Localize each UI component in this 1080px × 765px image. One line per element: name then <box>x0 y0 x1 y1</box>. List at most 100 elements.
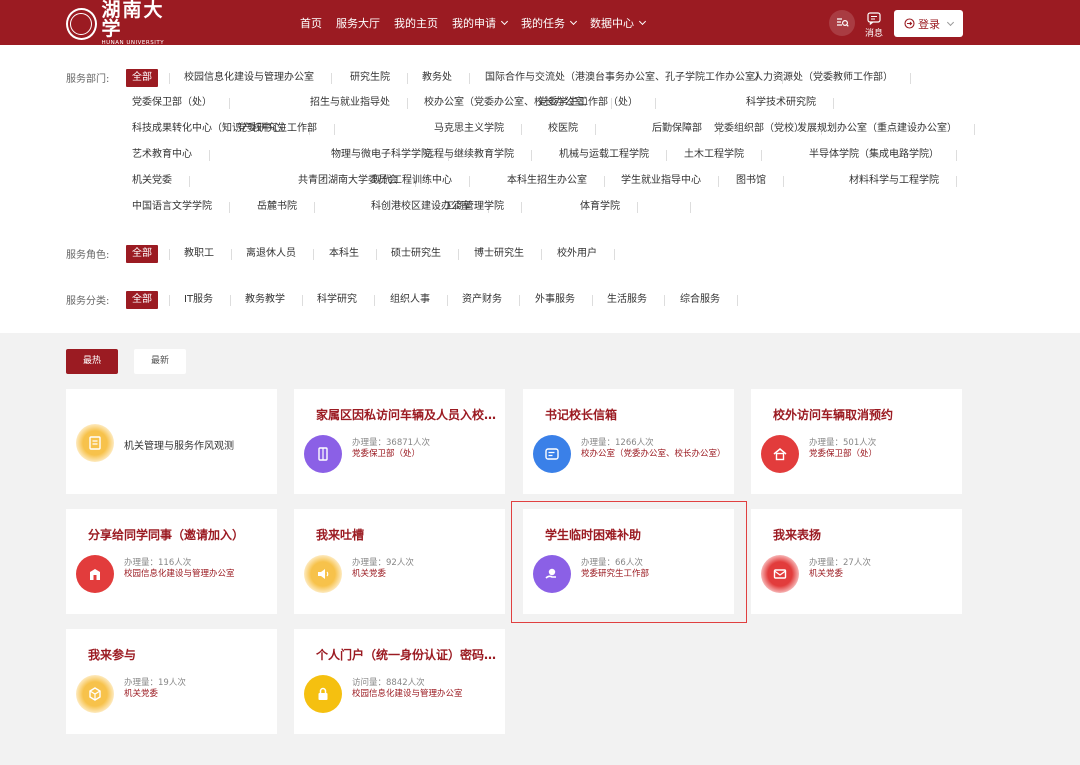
filter-dept-option[interactable]: 现代工程训练中心 <box>366 172 470 190</box>
nav-label: 我的申请 <box>452 16 496 30</box>
filter-label-departments: 服务部门: <box>66 74 110 85</box>
service-card[interactable]: 机关管理与服务作风观测 <box>66 389 277 494</box>
home-icon <box>761 435 799 473</box>
nav-label: 服务大厅 <box>336 16 380 30</box>
card-title: 我来表扬 <box>773 528 822 542</box>
filter-categories-option[interactable]: 科学研究 <box>311 291 375 309</box>
filter-dept-option[interactable]: 学生就业指导中心 <box>615 172 719 190</box>
filter-dept-option[interactable]: 马克思主义学院 <box>428 120 522 138</box>
filter-dept-option[interactable]: 工商管理学院 <box>438 198 522 216</box>
service-card[interactable]: 书记校长信箱 办理量：1266人次 校办公室（党委办公室、校长办公室） <box>523 389 734 494</box>
filter-dept-option[interactable]: 全部 <box>126 69 170 87</box>
card-count: 办理量：66人次 <box>581 558 643 568</box>
filter-dept-option[interactable]: 艺术教育中心 <box>126 146 210 164</box>
filter-categories-option[interactable]: 综合服务 <box>674 291 738 309</box>
service-card[interactable]: 校外访问车辆取消预约 办理量：501人次 党委保卫部（处） <box>751 389 962 494</box>
search-message-icon[interactable] <box>829 10 855 36</box>
filter-categories-option[interactable]: 全部 <box>126 291 170 309</box>
card-count: 办理量：501人次 <box>809 438 877 448</box>
filter-dept-option[interactable]: 本科生招生办公室 <box>501 172 605 190</box>
service-card[interactable]: 个人门户（统一身份认证）密码… 访问量：8842人次 校园信息化建设与管理办公室 <box>294 629 505 734</box>
filter-dept-option[interactable]: 土木工程学院 <box>678 146 762 164</box>
nav-item-5[interactable]: 数据中心 <box>590 15 647 31</box>
filter-dept-option[interactable]: 远程与继续教育学院 <box>418 146 532 164</box>
filter-dept-option[interactable]: 党委研究生工作部 <box>231 120 335 138</box>
filter-label-roles: 服务角色: <box>66 250 110 261</box>
service-card[interactable]: 我来表扬 办理量：27人次 机关党委 <box>751 509 962 614</box>
filter-dept-option[interactable]: 招生与就业指导处 <box>304 94 408 112</box>
card-title: 个人门户（统一身份认证）密码… <box>316 648 497 662</box>
filter-dept-option[interactable]: 图书馆 <box>730 172 784 190</box>
filter-categories-option[interactable]: 资产财务 <box>456 291 520 309</box>
filter-dept-option[interactable]: 校园信息化建设与管理办公室 <box>178 69 332 87</box>
card-department: 机关党委 <box>352 569 387 579</box>
login-button[interactable]: 登录 <box>894 10 963 37</box>
filter-dept-option[interactable]: 半导体学院（集成电路学院） <box>803 146 957 164</box>
tab-hottest[interactable]: 最热 <box>66 349 118 374</box>
login-label: 登录 <box>918 17 940 31</box>
filter-categories-option[interactable]: 组织人事 <box>384 291 448 309</box>
filter-dept-option[interactable]: 机械与运载工程学院 <box>553 146 667 164</box>
filter-roles-option[interactable]: 博士研究生 <box>468 245 542 263</box>
filter-dept-option[interactable]: 科学技术研究院 <box>740 94 834 112</box>
filter-label-categories: 服务分类: <box>66 296 110 307</box>
cube-icon <box>76 675 114 713</box>
login-icon <box>904 18 915 29</box>
filter-dept-option[interactable]: 后勤保障部 <box>646 120 720 138</box>
filter-dept-option[interactable]: 党委保卫部（处） <box>126 94 230 112</box>
filter-categories-option[interactable]: 生活服务 <box>601 291 665 309</box>
card-count: 办理量：36871人次 <box>352 438 431 448</box>
filter-roles-option[interactable]: 离退休人员 <box>240 245 314 263</box>
card-title: 校外访问车辆取消预约 <box>773 408 894 422</box>
filter-dept-option[interactable]: 国际合作与交流处（港澳台事务办公室、孔子学院工作办公室） <box>479 69 783 87</box>
filter-roles-option[interactable]: 教职工 <box>178 245 232 263</box>
card-title: 分享给同学同事（邀请加入） <box>88 528 245 542</box>
filter-dept-option[interactable]: 教务处 <box>416 69 470 87</box>
filter-roles-option[interactable]: 校外用户 <box>551 245 615 263</box>
message-label[interactable]: 消息 <box>862 26 886 39</box>
card-title: 我来参与 <box>88 648 137 662</box>
filter-roles-option[interactable]: 硕士研究生 <box>385 245 459 263</box>
filter-dept-option[interactable]: 体育学院 <box>574 198 638 216</box>
filter-dept-option[interactable]: 校医院 <box>542 120 596 138</box>
filter-dept-option[interactable] <box>667 198 691 216</box>
card-department: 校园信息化建设与管理办公室 <box>352 689 463 699</box>
university-seal-icon <box>66 8 97 40</box>
filter-categories-option[interactable]: 教务教学 <box>239 291 303 309</box>
door-icon <box>304 435 342 473</box>
card-title: 书记校长信箱 <box>545 408 618 422</box>
filter-categories-option[interactable]: 外事服务 <box>529 291 593 309</box>
card-department: 校办公室（党委办公室、校长办公室） <box>581 449 726 459</box>
service-card[interactable]: 家属区因私访问车辆及人员入校… 办理量：36871人次 党委保卫部（处） <box>294 389 505 494</box>
filter-roles-option[interactable]: 全部 <box>126 245 170 263</box>
filter-dept-option[interactable]: 党委学生工作部（处） <box>532 94 656 112</box>
university-logo[interactable]: 湖南大学 HUNAN UNIVERSITY <box>66 1 181 46</box>
main-nav: 首页 服务大厅 我的主页 我的申请 我的任务 数据中心 <box>300 0 659 45</box>
filter-panel: 服务部门: 全部 校园信息化建设与管理办公室 研究生院 教务处 国际合作与交流处（港澳台… <box>0 45 1080 333</box>
card-title: 机关管理与服务作风观测 <box>124 441 234 452</box>
card-department: 党委研究生工作部 <box>581 569 650 579</box>
nav-item-3[interactable]: 我的申请 <box>452 15 509 31</box>
nav-item-1[interactable]: 服务大厅 <box>336 15 380 31</box>
filter-dept-option[interactable]: 研究生院 <box>344 69 408 87</box>
filter-dept-option[interactable]: 岳麓书院 <box>251 198 315 216</box>
service-card[interactable]: 我来参与 办理量：19人次 机关党委 <box>66 629 277 734</box>
service-card[interactable]: 我来吐槽 办理量：92人次 机关党委 <box>294 509 505 614</box>
nav-item-4[interactable]: 我的任务 <box>521 15 578 31</box>
service-card[interactable]: 分享给同学同事（邀请加入） 办理量：116人次 校园信息化建设与管理办公室 <box>66 509 277 614</box>
tab-newest[interactable]: 最新 <box>134 349 186 374</box>
chevron-down-icon <box>500 17 509 25</box>
filter-categories-option[interactable]: IT服务 <box>178 291 232 309</box>
nav-item-0[interactable]: 首页 <box>300 15 322 31</box>
chevron-down-icon <box>946 18 955 26</box>
filter-dept-option[interactable]: 机关党委 <box>126 172 190 190</box>
filter-roles-option[interactable]: 本科生 <box>323 245 377 263</box>
nav-item-2[interactable]: 我的主页 <box>394 15 438 31</box>
card-count: 办理量：27人次 <box>809 558 871 568</box>
card-department: 校园信息化建设与管理办公室 <box>124 569 235 579</box>
filter-dept-option[interactable]: 材料科学与工程学院 <box>843 172 957 190</box>
filter-dept-option[interactable]: 发展规划办公室（重点建设办公室） <box>791 120 975 138</box>
filter-dept-option[interactable]: 中国语言文学学院 <box>126 198 230 216</box>
filter-dept-option[interactable]: 人力资源处（党委教师工作部） <box>747 69 911 87</box>
service-card[interactable]: 学生临时困难补助 办理量：66人次 党委研究生工作部 <box>523 509 734 614</box>
